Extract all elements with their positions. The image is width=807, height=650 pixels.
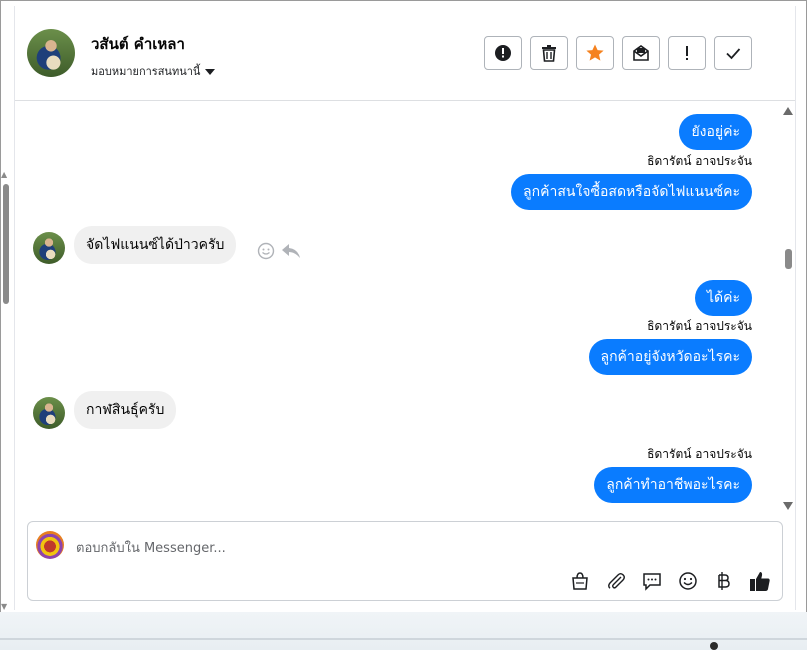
mail-open-icon: [633, 45, 649, 61]
emoji-icon: [679, 572, 697, 590]
star-icon: [586, 44, 604, 61]
assign-conversation-dropdown[interactable]: มอบหมายการสนทนานี้: [91, 62, 216, 80]
sender-name: ธิดารัตน์ อาจประจัน: [647, 154, 752, 168]
page-avatar: [36, 531, 64, 559]
page-scroll-thumb[interactable]: [3, 184, 9, 304]
payment-button[interactable]: [712, 569, 736, 593]
mark-spam-button[interactable]: [484, 36, 522, 70]
thumbs-up-icon: [750, 572, 770, 591]
message-thread[interactable]: ยังอยู่ค่ะ ธิดารัตน์ อาจประจัน ลูกค้าสนใ…: [15, 101, 795, 516]
conversation-panel: วสันต์ คำเหลา มอบหมายการสนทนานี้ ยังอยู่…: [14, 6, 796, 610]
star-button[interactable]: [576, 36, 614, 70]
paperclip-icon: [608, 573, 625, 589]
outgoing-message[interactable]: ลูกค้าทำอาชีพอะไรคะ: [594, 467, 752, 503]
incoming-message[interactable]: จัดไฟแนนซ์ได้ป่าวครับ: [74, 226, 237, 264]
trash-icon: [542, 45, 556, 62]
bottom-background: [0, 612, 807, 650]
alert-circle-icon: [495, 45, 511, 61]
contact-avatar-small[interactable]: [33, 232, 65, 264]
saved-reply-icon: [643, 573, 661, 591]
mark-unread-button[interactable]: [622, 36, 660, 70]
assign-conversation-label: มอบหมายการสนทนานี้: [91, 65, 201, 78]
bottom-indicator-dot: [710, 642, 718, 650]
delete-button[interactable]: [530, 36, 568, 70]
sender-name: ธิดารัตน์ อาจประจัน: [647, 447, 752, 461]
caret-down-icon: [205, 68, 216, 75]
incoming-message[interactable]: กาฬสินธุ์ครับ: [74, 391, 177, 429]
contact-name[interactable]: วสันต์ คำเหลา: [91, 32, 185, 56]
thread-scroll-up-arrow[interactable]: [783, 107, 793, 115]
saved-reply-button[interactable]: [640, 569, 664, 593]
like-button[interactable]: [748, 569, 772, 593]
exclamation-icon: [686, 46, 688, 60]
reply-composer[interactable]: ตอบกลับใน Messenger...: [27, 521, 783, 601]
emoji-react-icon[interactable]: [257, 242, 275, 260]
contact-avatar[interactable]: [27, 29, 75, 77]
page-scroll-up-arrow[interactable]: ▲: [1, 170, 7, 179]
page-scroll-down-arrow[interactable]: ▼: [1, 602, 7, 611]
outgoing-message[interactable]: ลูกค้าอยู่จังหวัดอะไรคะ: [588, 339, 752, 375]
bottom-divider: [0, 638, 807, 640]
thread-scroll-thumb[interactable]: [785, 249, 792, 269]
mark-done-button[interactable]: [714, 36, 752, 70]
emoji-button[interactable]: [676, 569, 700, 593]
shop-bag-button[interactable]: [568, 569, 592, 593]
conversation-toolbar: [484, 36, 752, 70]
thread-scroll-down-arrow[interactable]: [783, 502, 793, 510]
follow-up-button[interactable]: [668, 36, 706, 70]
outgoing-message[interactable]: ได้ค่ะ: [694, 280, 752, 316]
shop-bag-icon: [572, 572, 588, 590]
sender-name: ธิดารัตน์ อาจประจัน: [647, 319, 752, 333]
reply-icon[interactable]: [281, 242, 301, 260]
conversation-header: วสันต์ คำเหลา มอบหมายการสนทนานี้: [15, 6, 795, 101]
check-icon: [726, 48, 741, 60]
reply-input[interactable]: ตอบกลับใน Messenger...: [76, 537, 226, 558]
contact-avatar-small[interactable]: [33, 397, 65, 429]
outgoing-message[interactable]: ลูกค้าสนใจซื้อสดหรือจัดไฟแนนซ์คะ: [511, 174, 752, 210]
composer-toolbar: [568, 569, 772, 593]
attach-button[interactable]: [604, 569, 628, 593]
outgoing-message[interactable]: ยังอยู่ค่ะ: [679, 114, 752, 150]
baht-icon: [718, 572, 730, 590]
